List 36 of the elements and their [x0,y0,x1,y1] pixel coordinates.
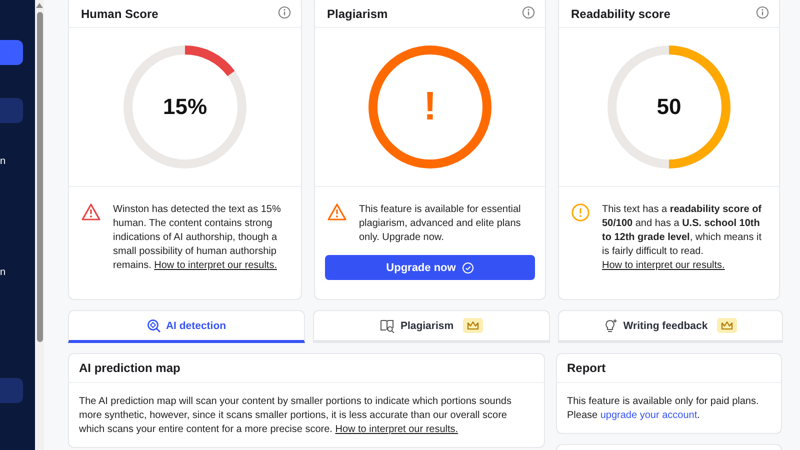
scroll-up-icon[interactable] [36,3,43,8]
upgrade-button[interactable]: Upgrade now [325,255,535,280]
card-title: Plagiarism [327,6,388,20]
interpret-link[interactable]: How to interpret our results. [602,260,725,271]
alert-icon [571,203,590,222]
check-circle-icon [462,262,474,274]
panel-text: The AI prediction map will scan your content by smaller portions to indicate which portions sounds more synthetic, however, since it scans smaller portions, it is less accurate than our overall score which scans your entire content for a more precise score. How to interpret our results. [78,395,512,437]
sidebar-button[interactable] [0,40,23,65]
info-icon[interactable] [278,6,291,18]
upgrade-link[interactable]: upgrade your account [600,410,698,421]
tab[interactable]: Writing feedback [558,310,783,343]
card-title: Readability score [571,6,670,20]
warning-icon [81,203,101,221]
panel-text: This feature is available only for paid plans. Please upgrade your account. [566,395,760,423]
score-value: 15% [162,94,208,120]
notice-text: This feature is available for essential plagiarism, advanced and elite plans only. Upgrade now. [359,203,522,245]
sidebar-label[interactable]: n [0,267,10,278]
tab[interactable]: Plagiarism [313,310,550,343]
lightbulb-icon [604,318,618,333]
exclamation-mark: ! [423,84,437,130]
search-icon [146,318,161,332]
tab[interactable]: AI detection [68,310,305,343]
sidebar-label[interactable]: n [0,156,10,167]
notice-text: This text has a readability score of 50/100 and has a U.S. school 10th to 12th grade level, which means it is fairly difficult to read. How to interpret our results. [602,203,763,273]
info-icon[interactable] [522,6,535,18]
card-title: Human Score [81,6,158,20]
warning-icon [327,203,347,221]
panel-title: AI prediction map [79,361,180,375]
book-search-icon [380,318,396,332]
panel-title: Report [567,361,606,375]
scrollbar-thumb[interactable] [36,12,42,342]
interpret-link[interactable]: How to interpret our results. [335,424,458,435]
interpret-link[interactable]: How to interpret our results. [154,260,277,271]
notice-text: Winston has detected the text as 15% human. The content contains strong indications of AI authorship, though a small possibility of human authorship remains. How to interpret our results. [113,203,282,273]
info-icon[interactable] [756,6,769,18]
score-value: 50 [656,94,682,120]
